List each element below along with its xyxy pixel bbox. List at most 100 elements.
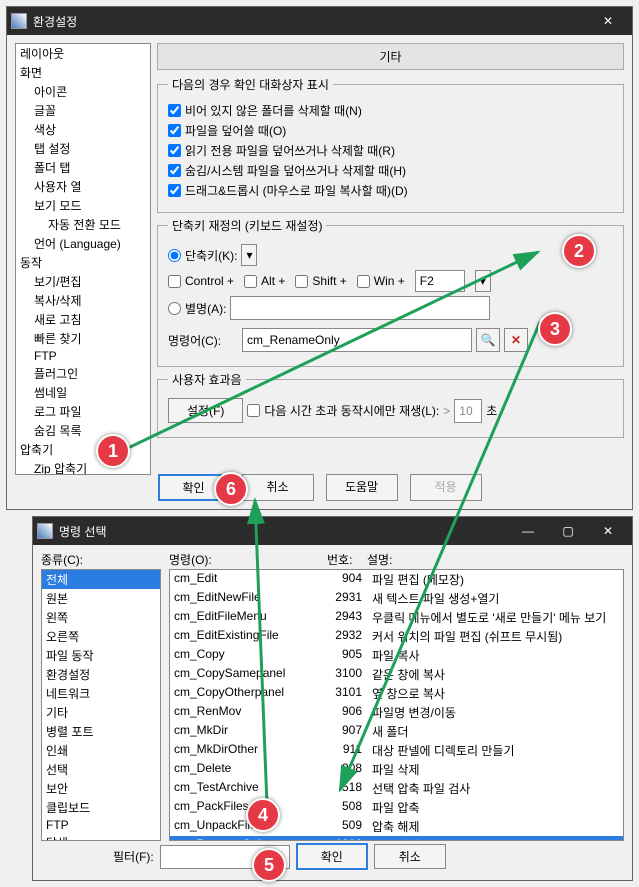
command-column-label: 명령(O): [169, 551, 212, 568]
key-field[interactable]: F2 [415, 270, 465, 292]
tree-item[interactable]: 숨김 목록 [16, 421, 150, 440]
filter-label: 필터(F): [113, 848, 154, 865]
alt-mod[interactable]: Alt + [244, 274, 285, 288]
apply-button[interactable]: 적용 [410, 474, 482, 501]
category-item[interactable]: 병렬 포트 [42, 722, 160, 741]
tree-item[interactable]: 플러그인 [16, 364, 150, 383]
category-item[interactable]: 파일 동작 [42, 646, 160, 665]
tree-item[interactable]: 폴더 탭 [16, 158, 150, 177]
command-row[interactable]: cm_RenMov906파일명 변경/이동 [170, 703, 623, 722]
confirm-checkbox[interactable]: 파일을 덮어쓸 때(O) [168, 122, 613, 139]
command-row[interactable]: cm_RenameOnly1002이름 변경 (Shift+F6) [170, 836, 623, 841]
confirm-checkbox[interactable]: 드래그&드롭시 (마우스로 파일 복사할 때)(D) [168, 182, 613, 199]
tree-item[interactable]: 레이아웃 [16, 44, 150, 63]
category-item[interactable]: 탐색 [42, 833, 160, 841]
tree-item[interactable]: Zip 압축기 [16, 459, 150, 475]
command-row[interactable]: cm_CopySamepanel3100같은 창에 복사 [170, 665, 623, 684]
category-item[interactable]: FTP [42, 817, 160, 833]
category-item[interactable]: 클립보드 [42, 798, 160, 817]
shift-mod[interactable]: Shift + [295, 274, 346, 288]
category-item[interactable]: 오른쪽 [42, 627, 160, 646]
category-item[interactable]: 네트워크 [42, 684, 160, 703]
callout-2: 2 [562, 234, 596, 268]
category-item[interactable]: 기타 [42, 703, 160, 722]
tree-item[interactable]: 빠른 찾기 [16, 329, 150, 348]
window-title: 환경설정 [33, 13, 588, 30]
command-row[interactable]: cm_EditFileMenu2943우클릭 메뉴에서 별도로 '새로 만들기'… [170, 608, 623, 627]
tree-item[interactable]: 탭 설정 [16, 139, 150, 158]
alias-radio[interactable] [168, 302, 181, 315]
tree-item[interactable]: 아이콘 [16, 82, 150, 101]
category-item[interactable]: 환경설정 [42, 665, 160, 684]
tree-item[interactable]: 동작 [16, 253, 150, 272]
command-row[interactable]: cm_EditNewFile2931새 텍스트 파일 생성+열기 [170, 589, 623, 608]
cancel-button[interactable]: 취소 [374, 844, 446, 869]
category-tree[interactable]: 레이아웃화면아이콘글꼴색상탭 설정폴더 탭사용자 열보기 모드자동 전환 모드언… [15, 43, 151, 475]
browse-command-button[interactable]: 🔍 [476, 328, 500, 352]
key-dropdown-icon[interactable]: ▾ [475, 270, 491, 292]
ok-button[interactable]: 확인 [296, 843, 368, 870]
tree-item[interactable]: 자동 전환 모드 [16, 215, 150, 234]
sound-delay-check[interactable]: 다음 시간 초과 동작시에만 재생(L): [247, 402, 439, 419]
confirm-checkbox[interactable]: 숨김/시스템 파일을 덮어쓰거나 삭제할 때(H) [168, 162, 613, 179]
command-row[interactable]: cm_UnpackFiles509압축 해제 [170, 817, 623, 836]
tree-item[interactable]: 사용자 열 [16, 177, 150, 196]
confirm-checkbox[interactable]: 읽기 전용 파일을 덮어쓰거나 삭제할 때(R) [168, 142, 613, 159]
command-row[interactable]: cm_Delete908파일 삭제 [170, 760, 623, 779]
desc-column-label: 설명: [367, 551, 392, 568]
tree-item[interactable]: FTP [16, 348, 150, 364]
callout-1: 1 [96, 434, 130, 468]
tree-item[interactable]: 로그 파일 [16, 402, 150, 421]
category-item[interactable]: 보안 [42, 779, 160, 798]
command-row[interactable]: cm_Edit904파일 편집 (메모장) [170, 570, 623, 589]
confirm-checkbox[interactable]: 비어 있지 않은 폴더를 삭제할 때(N) [168, 102, 613, 119]
ctrl-mod[interactable]: Control + [168, 274, 234, 288]
confirm-legend: 다음의 경우 확인 대화상자 표시 [168, 76, 333, 93]
tree-item[interactable]: 화면 [16, 63, 150, 82]
hotkey-radio[interactable] [168, 249, 181, 262]
command-row[interactable]: cm_Copy905파일 복사 [170, 646, 623, 665]
command-list[interactable]: cm_Edit904파일 편집 (메모장)cm_EditNewFile2931새… [169, 569, 624, 841]
confirm-group: 다음의 경우 확인 대화상자 표시 비어 있지 않은 폴더를 삭제할 때(N) 파… [157, 76, 624, 213]
close-icon[interactable]: ✕ [588, 519, 628, 543]
hotkey-dropdown-icon[interactable]: ▾ [241, 244, 257, 266]
hotkey-legend: 단축키 재정의 (키보드 재설정) [168, 217, 326, 234]
category-item[interactable]: 왼쪽 [42, 608, 160, 627]
category-item[interactable]: 원본 [42, 589, 160, 608]
sound-seconds-field[interactable] [454, 399, 482, 423]
clear-command-button[interactable]: ✕ [504, 328, 528, 352]
win-mod[interactable]: Win + [357, 274, 405, 288]
alias-field[interactable] [230, 296, 490, 320]
minimize-icon[interactable]: — [508, 519, 548, 543]
sound-legend: 사용자 효과음 [168, 371, 246, 388]
sound-unit: 초 [486, 402, 497, 419]
titlebar: 환경설정 ✕ [7, 7, 632, 35]
sound-settings-button[interactable]: 설정(F) [168, 398, 243, 423]
help-button[interactable]: 도움말 [326, 474, 398, 501]
maximize-icon[interactable]: ▢ [548, 519, 588, 543]
tree-item[interactable]: 새로 고침 [16, 310, 150, 329]
command-label: 명령어(C): [168, 332, 238, 349]
close-icon[interactable]: ✕ [588, 9, 628, 33]
callout-5: 5 [252, 848, 286, 882]
tree-item[interactable]: 썸네일 [16, 383, 150, 402]
command-row[interactable]: cm_PackFiles508파일 압축 [170, 798, 623, 817]
tree-item[interactable]: 글꼴 [16, 101, 150, 120]
tree-item[interactable]: 보기 모드 [16, 196, 150, 215]
command-row[interactable]: cm_MkDirOther911대상 판넬에 디렉토리 만들기 [170, 741, 623, 760]
tree-item[interactable]: 복사/삭제 [16, 291, 150, 310]
category-item[interactable]: 선택 [42, 760, 160, 779]
command-row[interactable]: cm_MkDir907새 폴더 [170, 722, 623, 741]
command-row[interactable]: cm_EditExistingFile2932커서 위치의 파일 편집 (쉬프트… [170, 627, 623, 646]
command-field[interactable] [242, 328, 472, 352]
category-list[interactable]: 전체원본왼쪽오른쪽파일 동작환경설정네트워크기타병렬 포트인쇄선택보안클립보드F… [41, 569, 161, 841]
panel-title: 기타 [157, 43, 624, 70]
category-item[interactable]: 인쇄 [42, 741, 160, 760]
tree-item[interactable]: 보기/편집 [16, 272, 150, 291]
cancel-button[interactable]: 취소 [242, 474, 314, 501]
tree-item[interactable]: 색상 [16, 120, 150, 139]
category-item[interactable]: 전체 [42, 570, 160, 589]
command-row[interactable]: cm_CopyOtherpanel3101옆 창으로 복사 [170, 684, 623, 703]
command-row[interactable]: cm_TestArchive518선택 압축 파일 검사 [170, 779, 623, 798]
tree-item[interactable]: 언어 (Language) [16, 234, 150, 253]
